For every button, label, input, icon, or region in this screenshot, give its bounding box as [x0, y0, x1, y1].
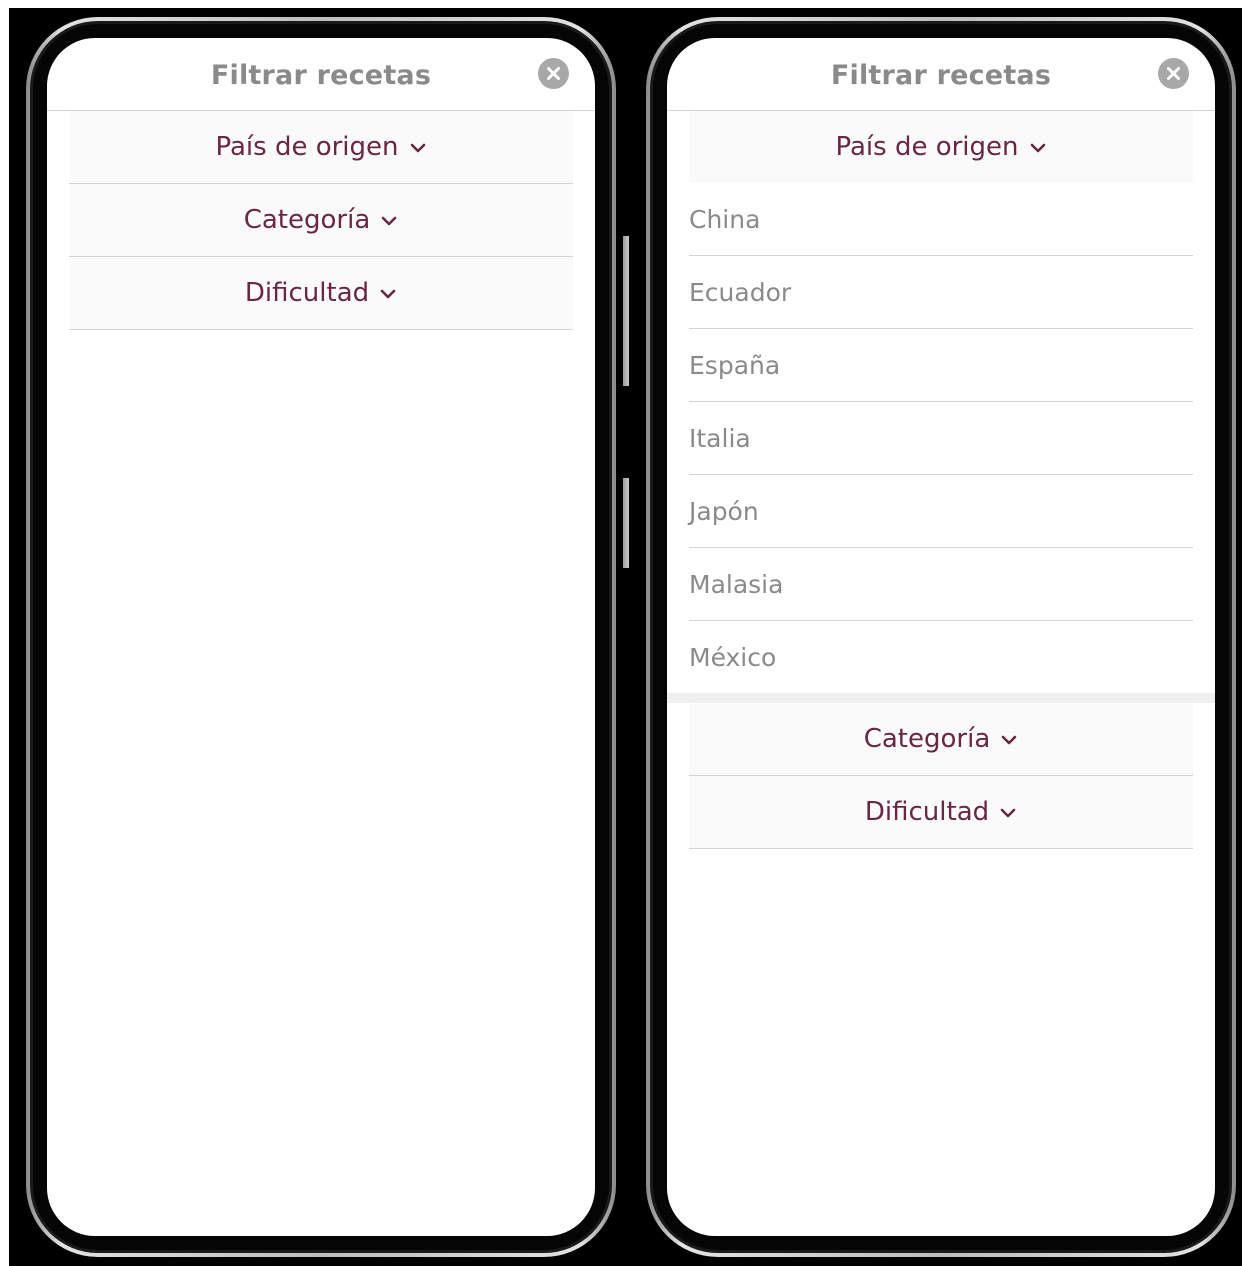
section-label: Dificultad — [864, 797, 990, 827]
filter-sections: País de origen — [689, 111, 1193, 183]
modal-header: Filtrar recetas — [667, 38, 1215, 111]
close-circle-icon — [547, 67, 560, 80]
section-label: País de origen — [215, 132, 399, 162]
option-ecuador[interactable]: Ecuador — [689, 256, 1193, 329]
filter-screen-collapsed: Filtrar recetas País de origen Categoría… — [47, 38, 595, 1236]
option-italia[interactable]: Italia — [689, 402, 1193, 475]
phone-mockup-left: Filtrar recetas País de origen Categoría… — [9, 8, 631, 1266]
filter-sections-rest: Categoría Dificultad — [689, 703, 1193, 849]
chevron-down-icon — [1000, 808, 1016, 818]
modal-title: Filtrar recetas — [210, 60, 432, 91]
chevron-down-icon — [380, 289, 396, 299]
filter-screen-expanded: Filtrar recetas País de origen China Ecu… — [667, 38, 1215, 1236]
phone-body: Filtrar recetas País de origen — [646, 17, 1236, 1257]
option-japon[interactable]: Japón — [689, 475, 1193, 548]
section-categoria[interactable]: Categoría — [69, 184, 573, 257]
section-categoria[interactable]: Categoría — [689, 703, 1193, 776]
chevron-down-icon — [410, 143, 425, 153]
chevron-down-icon — [1001, 735, 1017, 745]
option-espana[interactable]: España — [689, 329, 1193, 402]
country-options: China Ecuador España Italia Japón Malasi… — [689, 183, 1193, 693]
section-dificultad[interactable]: Dificultad — [689, 776, 1193, 849]
close-button[interactable] — [538, 58, 569, 89]
phone-body: Filtrar recetas País de origen — [26, 17, 616, 1257]
filter-sections: País de origen Categoría Dificultad — [69, 111, 573, 330]
section-label: Categoría — [243, 205, 371, 235]
phone-mockup-right: Filtrar recetas País de origen China Ecu… — [629, 8, 1242, 1266]
section-dificultad[interactable]: Dificultad — [69, 257, 573, 330]
close-button[interactable] — [1158, 58, 1189, 89]
option-china[interactable]: China — [689, 183, 1193, 256]
section-separator — [667, 693, 1215, 703]
option-mexico[interactable]: México — [689, 621, 1193, 693]
option-malasia[interactable]: Malasia — [689, 548, 1193, 621]
modal-title: Filtrar recetas — [830, 60, 1052, 91]
section-label: País de origen — [835, 132, 1019, 162]
section-pais-de-origen[interactable]: País de origen — [69, 111, 573, 184]
close-circle-icon — [1167, 67, 1180, 80]
modal-header: Filtrar recetas — [47, 38, 595, 111]
chevron-down-icon — [1030, 143, 1045, 153]
section-label: Dificultad — [244, 278, 370, 308]
section-label: Categoría — [863, 724, 991, 754]
section-pais-de-origen[interactable]: País de origen — [689, 111, 1193, 183]
chevron-down-icon — [381, 216, 397, 226]
